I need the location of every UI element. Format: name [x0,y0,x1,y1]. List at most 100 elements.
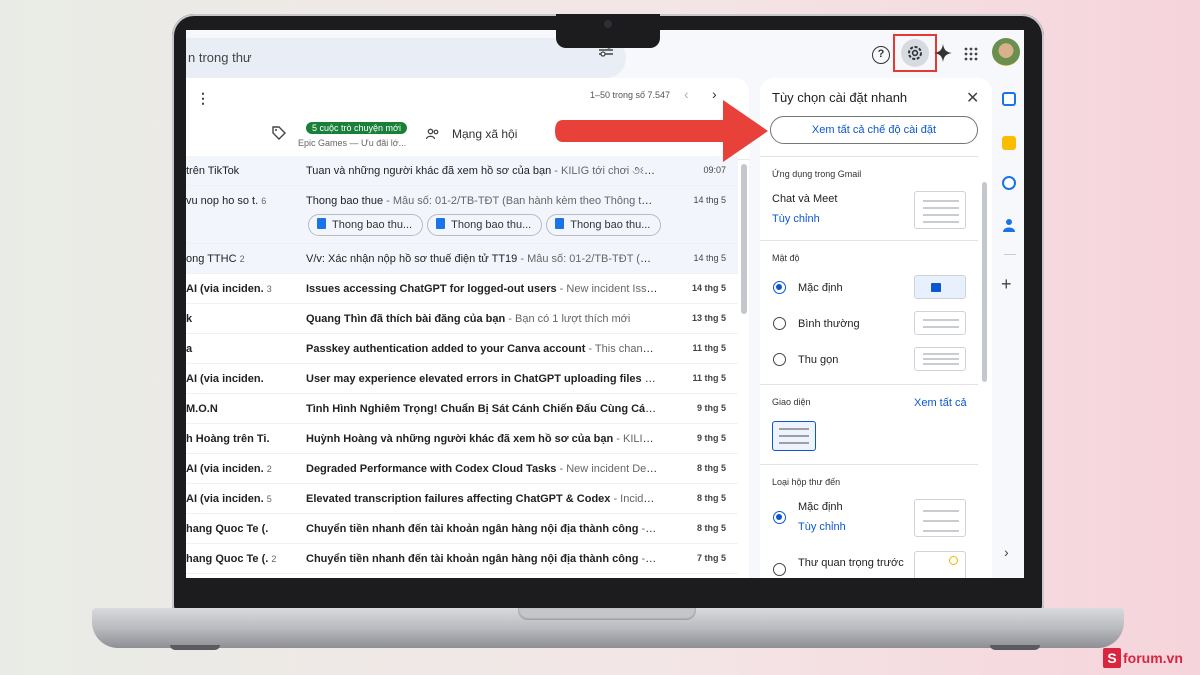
theme-see-all-link[interactable]: Xem tất cả [914,397,967,409]
mail-date: 8 thg 5 [696,523,726,533]
mail-subject: Issues accessing ChatGPT for logged-out … [306,283,658,295]
forum-logo: Sforum.vn [1103,648,1183,670]
theme-section: Giao diện Xem tất cả [760,384,978,464]
mail-row[interactable]: a Passkey authentication added to your C… [186,334,738,364]
mail-row[interactable]: AI (via inciden. User may experience ele… [186,364,738,394]
inbox-default-radio[interactable] [773,511,786,524]
settings-highlight-box [893,34,937,72]
mail-date: 11 thg 5 [692,373,726,383]
calendar-icon[interactable] [1002,92,1016,106]
side-rail: + › [996,78,1024,578]
mail-row[interactable]: h Hoàng trên Ti. Huỳnh Hoàng và những ng… [186,424,738,454]
inbox-default-thumb[interactable] [914,499,966,537]
keep-icon[interactable] [1002,136,1016,150]
inbox-default-label: Mặc định [798,501,843,513]
density-normal-radio[interactable] [773,317,786,330]
mail-snippet: - Mẫu số: 01-2/TB-TĐT (Ban hàn... [520,253,658,265]
theme-thumbnail[interactable] [772,421,816,451]
laptop-groove [518,608,696,620]
density-compact-radio[interactable] [773,353,786,366]
rail-divider [1004,254,1016,255]
avatar[interactable] [992,38,1020,66]
mail-snippet: - Bạn có 1 lượt thích mới [505,313,631,325]
list-scrollbar[interactable] [741,164,747,314]
mail-row[interactable]: k Quang Thìn đã thích bài đăng của bạn -… [186,304,738,334]
density-section: Mật độ Mặc định Bình thường Thu gọn [760,240,978,384]
density-heading: Mật độ [772,253,800,263]
density-default-thumb[interactable] [914,275,966,299]
see-all-settings-button[interactable]: Xem tất cả chế độ cài đặt [770,116,978,144]
gemini-icon[interactable] [934,44,952,62]
inbox-importance-label: Thư quan trọng trước [798,557,904,569]
mail-subject: Tình Hình Nghiêm Trọng! Chuẩn Bị Sát Cán… [306,403,658,415]
contacts-icon[interactable] [1002,218,1016,232]
attachment-chip[interactable]: Thong bao thu... [427,214,543,236]
thread-count: 5 [266,494,272,504]
red-arrow-pointer [555,100,768,162]
mail-sender: a [186,343,193,355]
mail-row[interactable]: AI (via inciden. 2 Degraded Performance w… [186,454,738,484]
mail-snippet: - New incident Issues a... [559,283,658,295]
mail-subject: Huỳnh Hoàng và những người khác đã xem h… [306,433,658,445]
search-text: n trong thư [188,50,252,65]
mail-date: 8 thg 5 [696,493,726,503]
chevron-right-icon[interactable]: › [1004,544,1009,560]
density-compact-thumb[interactable] [914,347,966,371]
settings-scrollbar[interactable] [982,182,987,382]
mail-subject: Chuyển tiền nhanh đến tài khoản ngân hàn… [306,523,658,535]
help-icon[interactable]: ? [872,46,890,64]
tag-icon[interactable] [272,126,286,140]
plus-icon[interactable]: + [1001,274,1012,295]
apps-customize-link[interactable]: Tùy chỉnh [772,213,820,225]
density-normal-thumb[interactable] [914,311,966,335]
mail-sender: AI (via inciden. 5 [186,493,272,505]
theme-heading: Giao diện [772,397,811,407]
mail-snippet: - This change is ... [588,343,658,355]
mail-date: 7 thg 5 [696,553,726,563]
mail-sender: hang Quoc Te (. 2 [186,553,277,565]
thread-count: 3 [266,284,272,294]
more-vert-icon[interactable]: ⋮ [196,90,210,107]
mail-snippet: - Chu... [641,523,659,535]
mail-row[interactable]: AI (via inciden. 5 Elevated transcription… [186,484,738,514]
mail-row[interactable]: vu nop ho so t. 6 Thong bao thue - Mẫu số… [186,186,738,244]
mail-date: 14 thg 5 [693,253,726,263]
inbox-importance-thumb[interactable] [914,551,966,578]
apps-heading: Ứng dụng trong Gmail [772,169,862,179]
mail-row[interactable]: hang Quoc Te (. Chuyển tiền nhanh đến tà… [186,514,738,544]
mail-row[interactable]: hang Quoc Te (. 2 Chuyển tiền nhanh đến t… [186,544,738,574]
mail-subject: Chuyển tiền nhanh đến tài khoản ngân hàn… [306,553,658,565]
mail-date: 13 thg 5 [691,313,726,323]
mail-subject: V/v: Xác nhận nộp hồ sơ thuế điện tử TT1… [306,253,658,265]
attachment-chip[interactable]: Thong bao thu... [308,214,424,236]
document-icon [317,218,326,229]
mail-subject: Thong bao thue - Mẫu số: 01-2/TB-TĐT (Ba… [306,195,658,207]
inbox-importance-radio[interactable] [773,563,786,576]
mail-subject: Quang Thìn đã thích bài đăng của bạn - B… [306,313,631,325]
apps-section: Ứng dụng trong Gmail Chat và Meet Tùy ch… [760,156,978,240]
logo-text: forum.vn [1123,650,1183,666]
quick-settings-panel: Tùy chọn cài đặt nhanh ✕ Xem tất cả chế … [760,78,992,578]
inbox-customize-link[interactable]: Tùy chỉnh [798,521,846,533]
mail-date: 9 thg 5 [696,403,726,413]
close-icon[interactable]: ✕ [966,88,979,108]
mail-snippet: - Chu... [641,553,659,565]
apps-icon[interactable] [964,47,978,61]
density-default-radio[interactable] [773,281,786,294]
camera-notch [556,14,660,48]
gear-icon[interactable] [901,39,929,67]
mail-sender: AI (via inciden. 2 [186,463,272,475]
mail-sender: M.O.N [186,403,218,415]
mail-row[interactable]: AI (via inciden. 3 Issues accessing ChatG… [186,274,738,304]
tasks-icon[interactable] [1002,176,1016,190]
tab-social[interactable]: Mạng xã hội [452,127,517,141]
mail-row[interactable]: ong TTHC 2 V/v: Xác nhận nộp hồ sơ thuế đ… [186,244,738,274]
mail-sender: AI (via inciden. [186,373,264,385]
attachment-chip[interactable]: Thong bao thu... [546,214,662,236]
mail-row[interactable]: M.O.N Tình Hình Nghiêm Trọng! Chuẩn Bị S… [186,394,738,424]
inbox-type-section: Loại hộp thư đến Mặc định Tùy chỉnh Thư … [760,464,978,578]
tab-promotions-badge[interactable]: 5 cuộc trò chuyện mới [306,122,407,134]
thread-count: 6 [261,196,267,206]
mail-date: 8 thg 5 [696,463,726,473]
people-icon [426,128,439,140]
